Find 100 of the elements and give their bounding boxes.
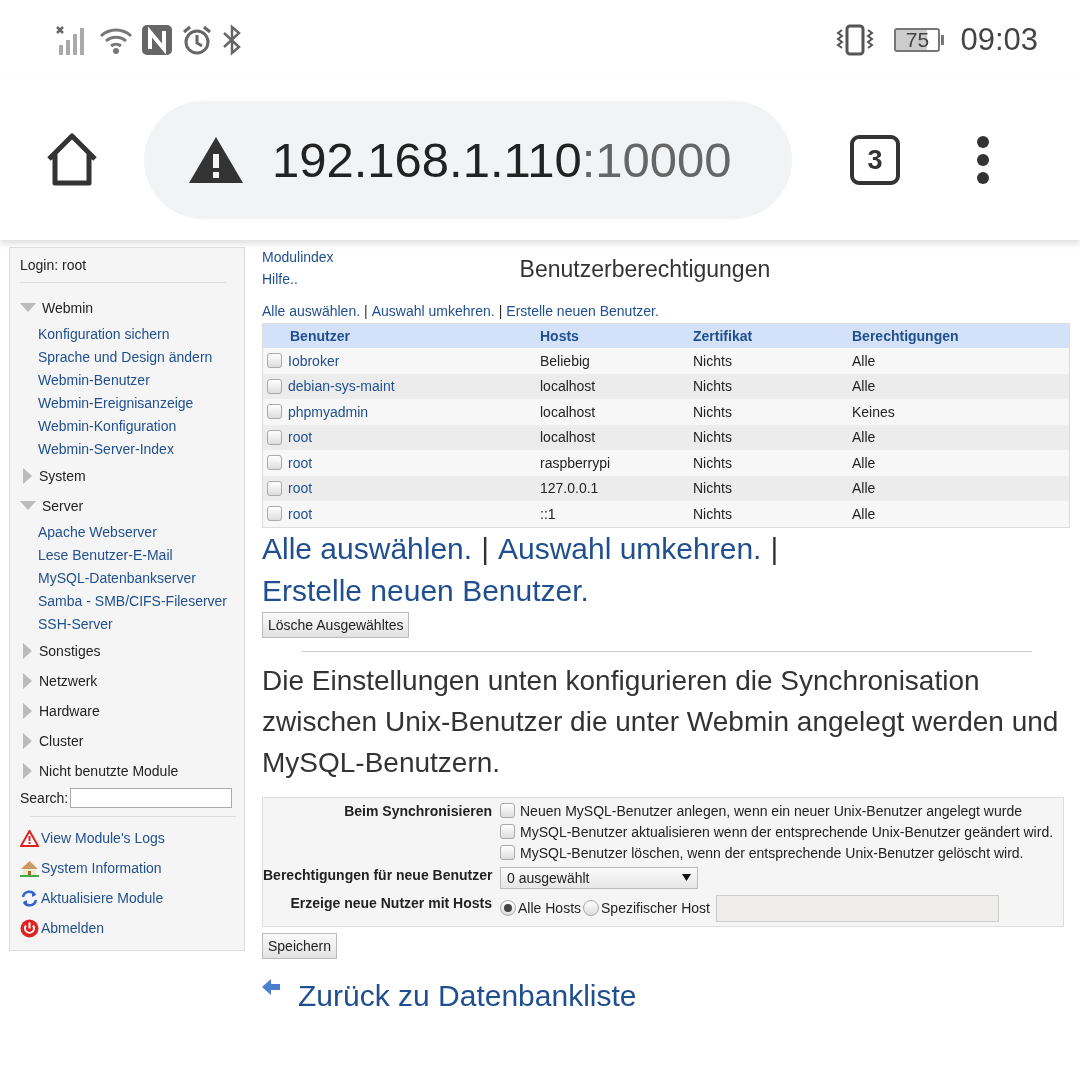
- checkbox[interactable]: [267, 353, 282, 369]
- table-cell: Alle: [852, 475, 1070, 501]
- wifi-icon: [99, 26, 133, 54]
- checkbox[interactable]: [267, 506, 282, 522]
- user-link[interactable]: Iobroker: [288, 352, 340, 369]
- table-cell: 127.0.0.1: [540, 475, 693, 501]
- column-header: Hosts: [540, 323, 693, 348]
- save-button[interactable]: Speichern: [262, 932, 338, 959]
- collapse-arrow-icon[interactable]: [20, 303, 36, 313]
- radio-button[interactable]: [583, 900, 600, 916]
- checkbox[interactable]: [267, 378, 282, 394]
- permissions-dropdown[interactable]: 0 ausgewählt: [500, 866, 698, 889]
- search-field[interactable]: [70, 788, 233, 808]
- checkbox[interactable]: [267, 429, 282, 445]
- category-label[interactable]: Hardware: [39, 703, 100, 719]
- delete-selected-button[interactable]: Lösche Ausgewähltes: [262, 611, 410, 638]
- module-link[interactable]: Sprache und Design ändern: [20, 346, 234, 369]
- section-description: Die Einstellungen unten konfigurieren die Synchronisation zwischen Unix-Benutzer die unter Webmin angelegt werden und MySQL-Benutzern.: [262, 663, 1060, 780]
- user-link[interactable]: root: [288, 480, 313, 497]
- expand-arrow-icon[interactable]: [23, 733, 33, 749]
- module-link[interactable]: SSH-Server: [20, 613, 234, 636]
- field-label: Berechtigungen für neue Benutzer: [263, 866, 494, 885]
- nav-link[interactable]: Hilfe..: [262, 271, 334, 287]
- checkbox[interactable]: [267, 404, 282, 420]
- battery-level: 75: [894, 28, 941, 52]
- alarm-icon: [181, 24, 213, 56]
- page-title: Benutzerberechtigungen: [519, 256, 771, 283]
- action-link[interactable]: Auswahl umkehren.: [371, 303, 495, 319]
- search-label: Search:: [20, 790, 69, 806]
- category-label[interactable]: Webmin: [42, 300, 94, 316]
- module-link[interactable]: Samba - SMB/CIFS-Fileserver: [20, 590, 234, 613]
- separator: |: [770, 530, 779, 567]
- module-link[interactable]: Webmin-Benutzer: [20, 369, 234, 392]
- table-cell: Alle: [852, 424, 1070, 450]
- category-label[interactable]: Nicht benutzte Module: [39, 763, 179, 779]
- table-cell: localhost: [540, 399, 693, 425]
- expand-arrow-icon[interactable]: [23, 763, 33, 779]
- checkbox[interactable]: [267, 455, 282, 471]
- module-link[interactable]: Konfiguration sichern: [20, 323, 234, 346]
- action-link[interactable]: Alle auswählen.: [262, 527, 473, 570]
- table-cell: Alle: [852, 348, 1070, 374]
- address-bar[interactable]: 192.168.1.110:10000: [144, 101, 792, 219]
- category-label[interactable]: Netzwerk: [39, 673, 98, 689]
- checkbox[interactable]: [500, 823, 515, 839]
- user-link[interactable]: root: [288, 505, 313, 522]
- separator: |: [481, 530, 489, 567]
- radio-label: Spezifischer Host: [601, 900, 710, 916]
- checkbox[interactable]: [500, 844, 515, 860]
- tab-count-button[interactable]: 3: [850, 135, 900, 185]
- table-cell: Alle: [852, 501, 1070, 527]
- module-link[interactable]: Apache Webserver: [20, 521, 234, 544]
- table-cell: Alle: [852, 450, 1070, 476]
- back-link[interactable]: Zurück zu Datenbankliste: [298, 978, 637, 1013]
- user-link[interactable]: root: [288, 429, 313, 446]
- caret-icon: [682, 874, 691, 881]
- sidebar-link[interactable]: Aktualisiere Module: [41, 890, 164, 906]
- table-cell: localhost: [540, 373, 693, 399]
- module-link[interactable]: Webmin-Ereignisanzeige: [20, 392, 234, 415]
- action-link[interactable]: Alle auswählen.: [262, 303, 361, 319]
- sidebar-link[interactable]: View Module's Logs: [41, 830, 165, 846]
- checkbox[interactable]: [500, 802, 515, 818]
- action-link[interactable]: Erstelle neuen Benutzer.: [262, 569, 589, 612]
- table-cell: Nichts: [693, 501, 852, 527]
- host-input-field[interactable]: [715, 894, 999, 922]
- bluetooth-icon: [221, 24, 243, 56]
- checkbox[interactable]: [267, 480, 282, 496]
- action-link[interactable]: Erstelle neuen Benutzer.: [506, 303, 659, 319]
- column-header: Berechtigungen: [852, 323, 1070, 348]
- category-label[interactable]: Sonstiges: [39, 643, 101, 659]
- module-link[interactable]: Lese Benutzer-E-Mail: [20, 544, 234, 567]
- menu-icon[interactable]: [976, 135, 990, 185]
- table-cell: Nichts: [693, 373, 852, 399]
- expand-arrow-icon[interactable]: [23, 673, 33, 689]
- table-cell: Nichts: [693, 348, 852, 374]
- user-link[interactable]: root: [288, 454, 313, 471]
- refresh-icon: [20, 888, 39, 908]
- action-link[interactable]: Auswahl umkehren.: [497, 527, 762, 570]
- sidebar-link[interactable]: System Information: [41, 860, 162, 876]
- warning-icon: [20, 829, 39, 847]
- category-label[interactable]: System: [39, 468, 86, 484]
- category-label[interactable]: Server: [42, 498, 84, 514]
- user-link[interactable]: phpmyadmin: [288, 403, 369, 420]
- category-label[interactable]: Cluster: [39, 733, 84, 749]
- module-link[interactable]: MySQL-Datenbankserver: [20, 567, 234, 590]
- nav-link[interactable]: Modulindex: [262, 249, 334, 265]
- module-link[interactable]: Webmin-Konfiguration: [20, 415, 234, 438]
- field-label: Beim Synchronisieren: [343, 802, 493, 821]
- radio-button[interactable]: [500, 900, 516, 916]
- sidebar-link[interactable]: Abmelden: [41, 920, 105, 936]
- checkbox-label: Neuen MySQL-Benutzer anlegen, wenn ein neuer Unix-Benutzer angelegt wurde: [520, 802, 1022, 819]
- module-link[interactable]: Webmin-Server-Index: [20, 438, 234, 461]
- table-cell: raspberrypi: [540, 450, 693, 476]
- expand-arrow-icon[interactable]: [23, 643, 33, 659]
- expand-arrow-icon[interactable]: [23, 703, 33, 719]
- collapse-arrow-icon[interactable]: [20, 501, 36, 511]
- column-header: Benutzer: [262, 323, 540, 348]
- expand-arrow-icon[interactable]: [23, 468, 33, 484]
- login-label: Login: root: [20, 257, 226, 283]
- radio-label: Alle Hosts: [518, 900, 582, 916]
- separator: |: [364, 303, 368, 319]
